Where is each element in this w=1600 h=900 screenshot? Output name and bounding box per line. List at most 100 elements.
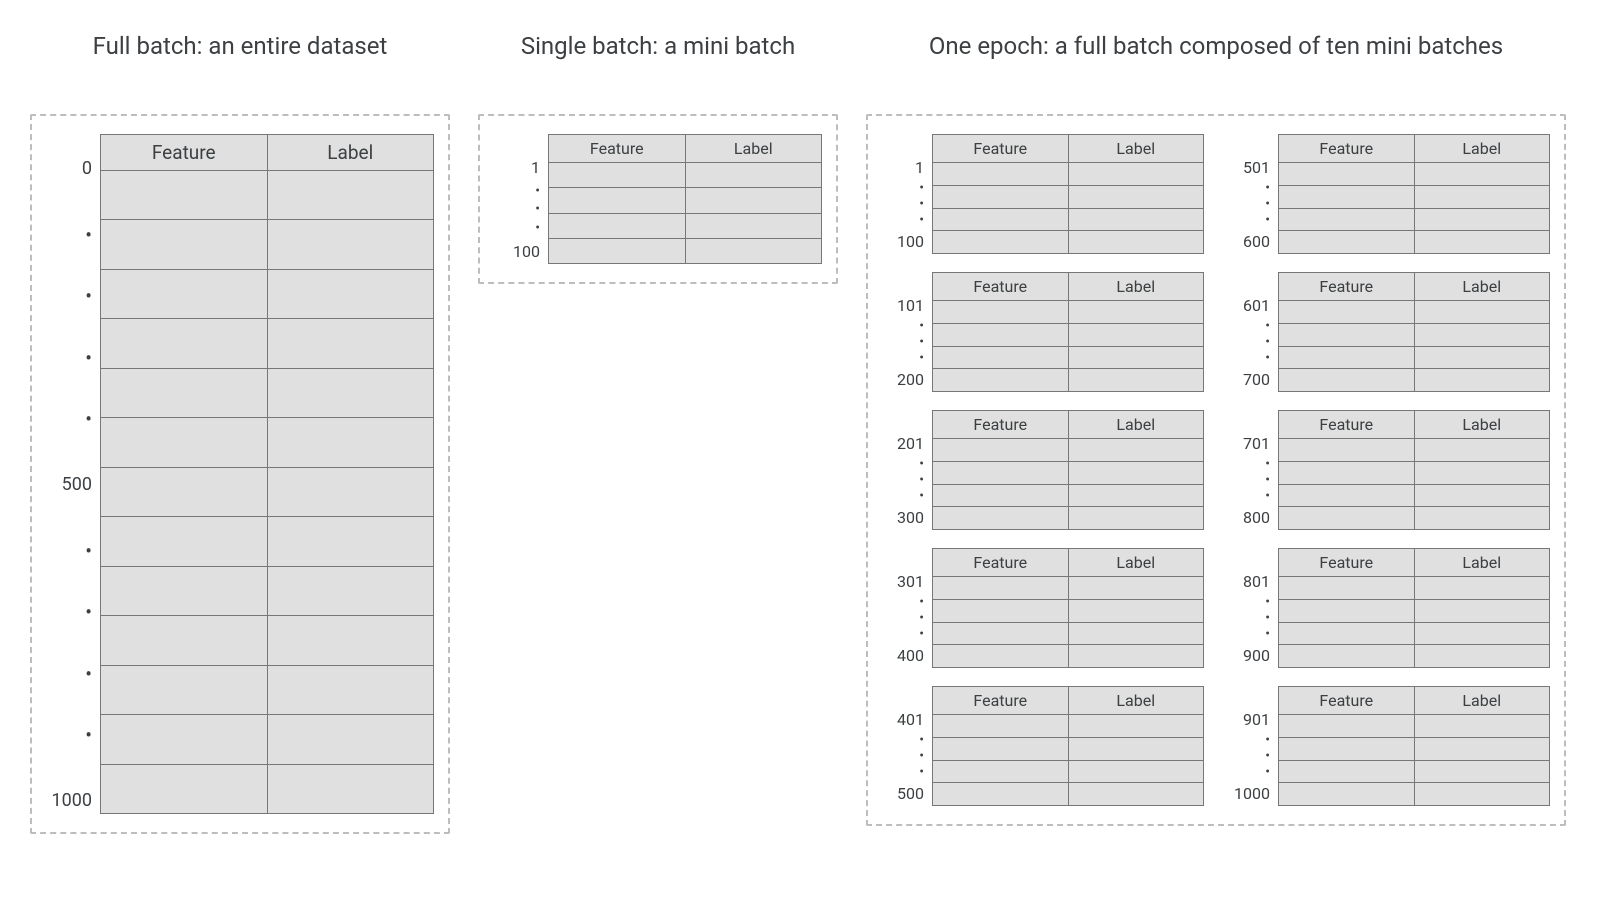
ellipsis-icon: • — [1228, 738, 1270, 744]
single-batch-block: 1 • • • 100 Feature Label — [494, 134, 822, 264]
ellipsis-icon: • — [46, 607, 92, 617]
table-row — [1279, 760, 1549, 783]
single-batch-table: Feature Label — [548, 134, 822, 264]
table-rows — [101, 171, 433, 813]
table-rows — [933, 163, 1203, 253]
row-label: 400 — [882, 648, 924, 664]
ellipsis-icon: • — [1228, 632, 1270, 638]
mini-batch-row-labels: 801•••900 — [1228, 548, 1278, 668]
table-rows — [933, 301, 1203, 391]
table-header: FeatureLabel — [933, 687, 1203, 715]
col-label: Label — [1068, 411, 1204, 438]
table-row — [933, 760, 1203, 783]
table-row — [1279, 461, 1549, 484]
mini-batch-table: FeatureLabel — [932, 272, 1204, 392]
mini-batch-block: 801•••900FeatureLabel — [1228, 548, 1550, 668]
row-label: 800 — [1228, 510, 1270, 526]
table-row — [101, 665, 433, 714]
table-row — [101, 764, 433, 813]
table-row — [1279, 185, 1549, 208]
table-row — [933, 461, 1203, 484]
table-row — [101, 615, 433, 664]
table-row — [1279, 577, 1549, 599]
ellipsis-icon: • — [494, 207, 540, 213]
col-label: Label — [1068, 687, 1204, 714]
row-label: 101 — [882, 298, 924, 314]
table-header: FeatureLabel — [1279, 135, 1549, 163]
row-label: 1000 — [46, 792, 92, 810]
mini-batch-block: 601•••700FeatureLabel — [1228, 272, 1550, 392]
mini-batch-table: FeatureLabel — [1278, 410, 1550, 530]
table-row — [1279, 782, 1549, 805]
table-row — [101, 516, 433, 565]
ellipsis-icon: • — [46, 669, 92, 679]
table-row — [1279, 506, 1549, 529]
col-label: Label — [1414, 135, 1550, 162]
mini-batch-block: 101•••200FeatureLabel — [882, 272, 1204, 392]
table-row — [549, 163, 821, 187]
col-feature: Feature — [933, 549, 1068, 576]
table-row — [933, 230, 1203, 253]
table-header: FeatureLabel — [933, 135, 1203, 163]
col-label: Label — [685, 135, 822, 162]
col-label: Label — [1414, 549, 1550, 576]
table-header: Feature Label — [101, 135, 433, 171]
row-label: 901 — [1228, 712, 1270, 728]
row-label: 100 — [494, 244, 540, 260]
table-row — [933, 782, 1203, 805]
mini-batch-row-labels: 301•••400 — [882, 548, 932, 668]
row-label: 701 — [1228, 436, 1270, 452]
mini-batch-block: 401•••500FeatureLabel — [882, 686, 1204, 806]
ellipsis-icon: • — [46, 414, 92, 424]
table-row — [101, 566, 433, 615]
col-feature: Feature — [933, 411, 1068, 438]
mini-batch-block: 1•••100FeatureLabel — [882, 134, 1204, 254]
col-feature: Feature — [933, 135, 1068, 162]
ellipsis-icon: • — [1228, 600, 1270, 606]
table-row — [1279, 599, 1549, 622]
table-row — [101, 714, 433, 763]
table-row — [549, 213, 821, 238]
ellipsis-icon: • — [1228, 494, 1270, 500]
ellipsis-icon: • — [1228, 478, 1270, 484]
row-label: 700 — [1228, 372, 1270, 388]
table-row — [933, 644, 1203, 667]
table-row — [549, 187, 821, 212]
row-label: 501 — [1228, 160, 1270, 176]
table-row — [933, 439, 1203, 461]
table-row — [1279, 715, 1549, 737]
ellipsis-icon: • — [46, 230, 92, 240]
table-row — [1279, 323, 1549, 346]
ellipsis-icon: • — [46, 546, 92, 556]
ellipsis-icon: • — [882, 616, 924, 622]
full-batch-block: 0 • • • • 500 • • • • 1000 Feature Label — [46, 134, 434, 814]
ellipsis-icon: • — [1228, 186, 1270, 192]
ellipsis-icon: • — [46, 353, 92, 363]
single-batch-panel: Single batch: a mini batch 1 • • • 100 F… — [478, 30, 838, 284]
ellipsis-icon: • — [1228, 770, 1270, 776]
ellipsis-icon: • — [1228, 324, 1270, 330]
col-feature: Feature — [933, 687, 1068, 714]
table-row — [101, 417, 433, 466]
table-header: FeatureLabel — [1279, 411, 1549, 439]
table-row — [933, 577, 1203, 599]
mini-batch-row-labels: 1•••100 — [882, 134, 932, 254]
full-batch-table: Feature Label — [100, 134, 434, 814]
full-batch-row-labels: 0 • • • • 500 • • • • 1000 — [46, 134, 100, 814]
table-header: Feature Label — [549, 135, 821, 163]
table-header: FeatureLabel — [933, 549, 1203, 577]
table-rows — [1279, 163, 1549, 253]
col-label: Label — [1068, 273, 1204, 300]
table-row — [1279, 484, 1549, 507]
mini-batch-row-labels: 901•••1000 — [1228, 686, 1278, 806]
epoch-title: One epoch: a full batch composed of ten … — [866, 30, 1566, 96]
table-row — [1279, 439, 1549, 461]
table-row — [933, 715, 1203, 737]
ellipsis-icon: • — [882, 754, 924, 760]
row-label: 1 — [494, 160, 540, 176]
ellipsis-icon: • — [882, 600, 924, 606]
row-label: 401 — [882, 712, 924, 728]
mini-batch-row-labels: 401•••500 — [882, 686, 932, 806]
table-row — [1279, 230, 1549, 253]
mini-batch-block: 901•••1000FeatureLabel — [1228, 686, 1550, 806]
